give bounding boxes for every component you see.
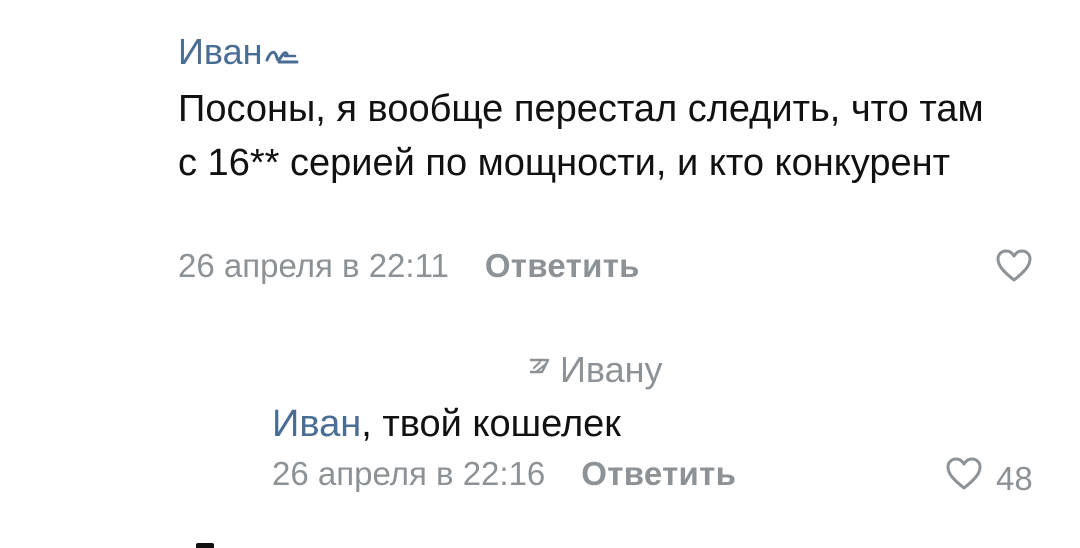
heart-outline-icon[interactable] [944,456,984,501]
next-comment-fragment [196,543,214,548]
reply-arrow-icon [524,348,560,392]
reply-text: Иван, твой кошелек [272,400,621,448]
reply-body: , твой кошелек [361,403,621,445]
comment-author-name[interactable]: Иван [178,31,263,72]
comment-timestamp: 26 апреля в 22:11 [178,247,449,284]
comment-author[interactable]: Иван [178,30,299,76]
reply-reply-button[interactable]: Ответить [581,455,736,492]
reply-button[interactable]: Ответить [485,247,640,284]
reply-mention[interactable]: Иван [272,403,361,445]
comment-meta: 26 апреля в 22:11 Ответить [178,246,640,286]
like-count: 48 [996,459,1033,497]
reply-to-name[interactable]: Ивану [560,348,663,392]
comments-thread: Иван Посоны, я вообще перестал следить, … [0,0,1080,548]
scribble-mark-icon [265,32,299,76]
reply-to-label[interactable]: Ивану [524,348,663,392]
heart-outline-icon[interactable] [994,248,1034,293]
comment-text: Посоны, я вообще перестал следить, что т… [178,88,984,184]
like-button[interactable] [994,248,1034,293]
reply-like-button[interactable]: 48 [944,456,1033,501]
reply-meta: 26 апреля в 22:16 Ответить [272,454,736,494]
reply-timestamp: 26 апреля в 22:16 [272,455,546,492]
